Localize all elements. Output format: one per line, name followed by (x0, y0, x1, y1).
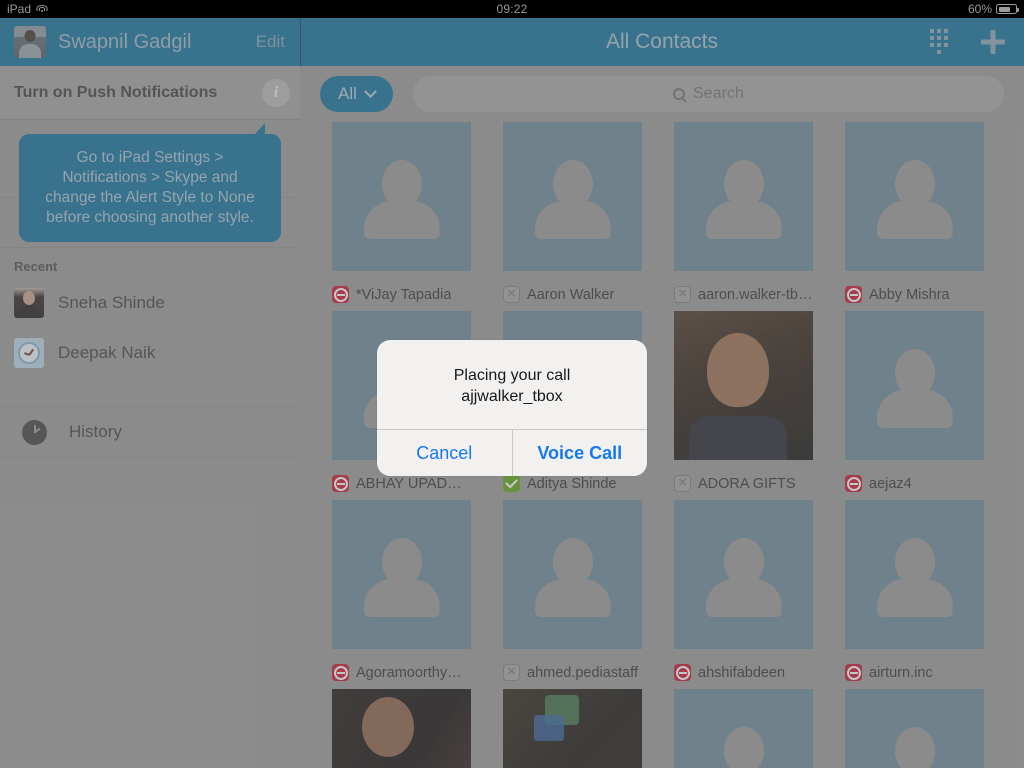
device-label: iPad (7, 2, 32, 16)
status-bar-clock: 09:22 (496, 2, 528, 16)
dialog-title: Placing your call (453, 367, 571, 384)
battery-percent-label: 60% (967, 2, 992, 16)
voice-call-button[interactable]: Voice Call (511, 430, 648, 476)
cancel-button[interactable]: Cancel (377, 430, 512, 476)
dialog-body: Placing your call ajjwalker_tbox (377, 340, 647, 429)
dialog-actions: Cancel Voice Call (377, 429, 647, 476)
status-bar-left: iPad (7, 2, 48, 16)
wifi-icon (36, 4, 48, 14)
skype-app: Swapnil Gadgil Edit All Contacts Turn on… (0, 18, 1024, 768)
status-bar-right: 60% (967, 2, 1019, 16)
dialog-subtitle: ajjwalker_tbox (461, 388, 563, 405)
ios-status-bar: iPad 09:22 60% (0, 0, 1024, 18)
placing-call-dialog: Placing your call ajjwalker_tbox Cancel … (377, 340, 647, 476)
battery-icon (996, 4, 1019, 14)
